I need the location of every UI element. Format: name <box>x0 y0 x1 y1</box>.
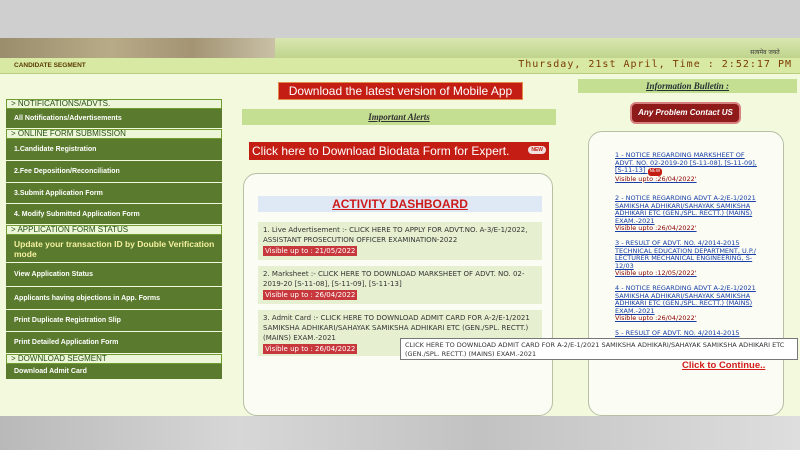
sidebar-item-submit-application[interactable]: 3.Submit Application Form <box>6 183 222 204</box>
bulletin-text: 5 - RESULT OF ADVT. NO. 4/2014-2015 <box>615 329 740 337</box>
contact-us-button[interactable]: Any Problem Contact US <box>630 102 741 124</box>
sidebar-item-objections[interactable]: Applicants having objections in App. For… <box>6 287 222 310</box>
bulletin-text: 4 - NOTICE REGARDING ADVT A-2/E-1/2021 S… <box>615 284 756 315</box>
activity-text: 1. Live Advertisement :- CLICK HERE TO A… <box>263 226 528 244</box>
activity-item[interactable]: 2. Marksheet :- CLICK HERE TO DOWNLOAD M… <box>258 266 542 304</box>
bulletin-item[interactable]: 1 - NOTICE REGARDING MARKSHEET OF ADVT. … <box>615 151 765 183</box>
bulletin-item[interactable]: 4 - NOTICE REGARDING ADVT A-2/E-1/2021 S… <box>615 284 765 323</box>
visible-date: Visible up to : 21/05/2022 <box>263 246 358 256</box>
sidebar-heading-online-form: > ONLINE FORM SUBMISSION <box>6 129 222 139</box>
bulletin-visible-date: Visible upto :26/04/2022' <box>615 174 697 183</box>
segment-label: CANDIDATE SEGMENT <box>14 62 86 69</box>
sidebar-item-view-application-status[interactable]: View Application Status <box>6 263 222 287</box>
header-building-image <box>0 38 275 58</box>
activity-text: 2. Marksheet :- CLICK HERE TO DOWNLOAD M… <box>263 270 525 288</box>
continue-link[interactable]: Click to Continue.. <box>682 360 765 371</box>
sidebar-item-update-transaction-id[interactable]: Update your transaction ID by Double Ver… <box>6 235 222 263</box>
sidebar-heading-application-status: > APPLICATION FORM STATUS <box>6 225 222 235</box>
sidebar-item-modify-application[interactable]: 4. Modify Submitted Application Form <box>6 204 222 225</box>
datetime-display: Thursday, 21st April, Time : 2:52:17 PM <box>518 59 792 70</box>
new-badge: NEW <box>528 146 546 154</box>
footer-background <box>0 416 800 450</box>
sidebar-heading-download: > DOWNLOAD SEGMENT <box>6 354 222 364</box>
bulletin-item[interactable]: 2 - NOTICE REGARDING ADVT A-2/E-1/2021 S… <box>615 194 765 233</box>
bulletin-text: 3 - RESULT OF ADVT. NO. 4/2014-2015 TECH… <box>615 239 756 270</box>
link-tooltip: CLICK HERE TO DOWNLOAD ADMIT CARD FOR A-… <box>400 338 798 360</box>
bulletin-text: 2 - NOTICE REGARDING ADVT A-2/E-1/2021 S… <box>615 194 756 225</box>
sidebar-heading-notifications: > NOTIFICATIONS/ADVTS. <box>6 99 222 109</box>
visible-date: Visible up to : 26/04/2022 <box>263 290 358 300</box>
bulletin-item[interactable]: 3 - RESULT OF ADVT. NO. 4/2014-2015 TECH… <box>615 239 765 278</box>
header-banner: सत्यमेव जयते <box>0 38 800 58</box>
activity-dashboard: ACTIVITY DASHBOARD 1. Live Advertisement… <box>243 173 553 416</box>
bulletin-text: 1 - NOTICE REGARDING MARKSHEET OF ADVT. … <box>615 151 757 174</box>
biodata-download-link[interactable]: Click here to Download Biodata Form for … <box>249 142 549 160</box>
bulletin-visible-date: Visible upto :26/04/2022' <box>615 224 697 232</box>
bulletin-item[interactable]: 5 - RESULT OF ADVT. NO. 4/2014-2015 <box>615 329 765 338</box>
sidebar-item-candidate-registration[interactable]: 1.Candidate Registration <box>6 139 222 161</box>
sidebar-item-duplicate-registration-slip[interactable]: Print Duplicate Registration Slip <box>6 310 222 332</box>
emblem-logo: सत्यमेव जयते <box>750 49 780 56</box>
sidebar-item-print-application-form[interactable]: Print Detailed Application Form <box>6 332 222 354</box>
dashboard-title: ACTIVITY DASHBOARD <box>258 196 542 212</box>
biodata-label: Click here to Download Biodata Form for … <box>252 144 510 158</box>
bulletin-visible-date: Visible upto :26/04/2022' <box>615 314 697 322</box>
important-alerts-heading: Important Alerts <box>242 109 556 125</box>
sidebar-item-download-admit-card[interactable]: Download Admit Card <box>6 364 222 380</box>
segment-bar: CANDIDATE SEGMENT Thursday, 21st April, … <box>0 58 800 74</box>
sidebar-item-all-notifications[interactable]: All Notifications/Advertisements <box>6 109 222 129</box>
bulletin-visible-date: Visible upto :12/05/2022' <box>615 269 697 277</box>
sidebar: > NOTIFICATIONS/ADVTS. All Notifications… <box>6 99 222 380</box>
activity-item[interactable]: 1. Live Advertisement :- CLICK HERE TO A… <box>258 222 542 260</box>
sidebar-item-fee-deposition[interactable]: 2.Fee Deposition/Reconciliation <box>6 161 222 183</box>
visible-date: Visible up to : 26/04/2022 <box>263 344 358 354</box>
bulletin-panel: 1 - NOTICE REGARDING MARKSHEET OF ADVT. … <box>588 131 784 416</box>
download-mobile-app-button[interactable]: Download the latest version of Mobile Ap… <box>278 82 523 100</box>
information-bulletin-heading: Information Bulletin : <box>578 79 797 93</box>
